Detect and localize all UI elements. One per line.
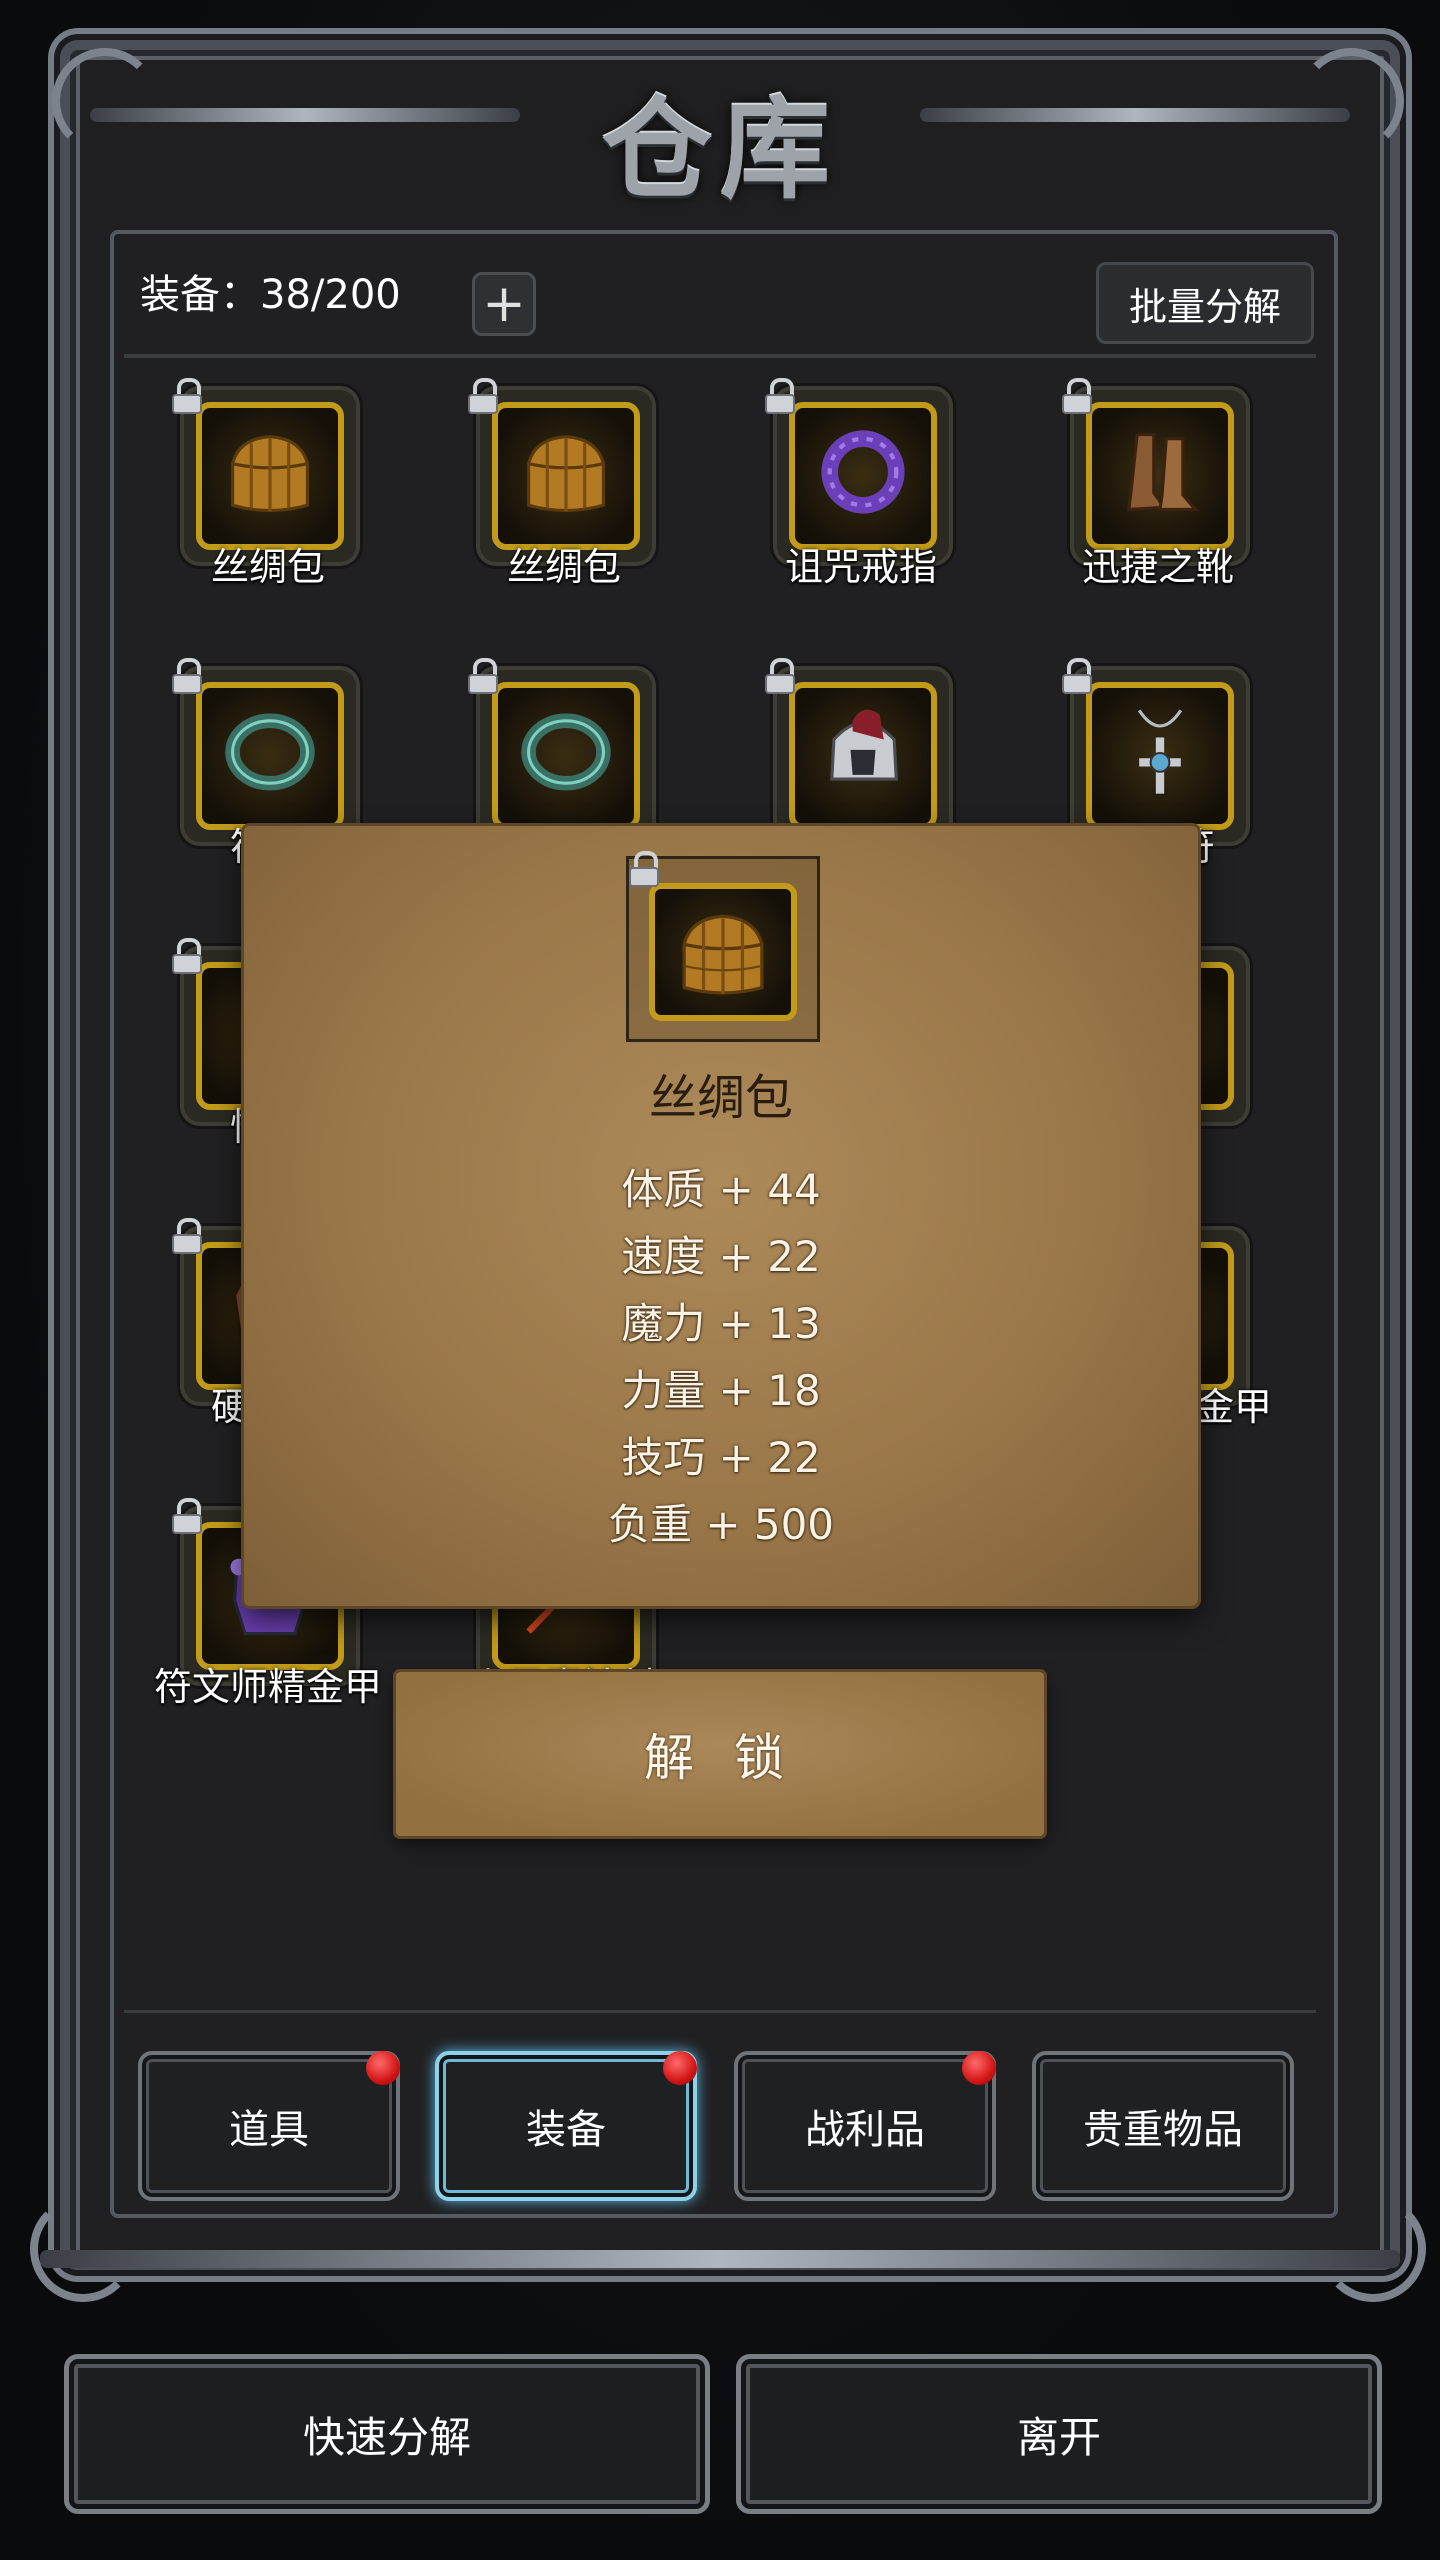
ring-icon [521, 713, 611, 791]
lock-icon [170, 658, 204, 694]
capacity-label: 装备：38/200 [140, 272, 401, 318]
unlock-button[interactable]: 解 锁 [396, 1672, 1044, 1836]
batch-disassemble-button[interactable]: 批量分解 [1096, 262, 1314, 344]
corner-ornament-bl [30, 2196, 136, 2302]
top-ornament-right [920, 108, 1350, 122]
stat-line: 体质 + 44 [621, 1165, 821, 1214]
item-slot [476, 666, 656, 846]
amulet-icon [1137, 709, 1183, 794]
corner-ornament-br [1320, 2196, 1426, 2302]
lock-icon [170, 378, 204, 414]
tab-label: 战利品 [805, 2107, 925, 2153]
inventory-item[interactable]: 诅咒戒指 [721, 376, 1001, 589]
tab-label: 贵重物品 [1083, 2107, 1243, 2153]
lock-icon [466, 658, 500, 694]
bag-icon [527, 435, 605, 512]
inventory-item[interactable]: 丝绸包 [424, 376, 704, 589]
item-name: 诅咒戒指 [784, 545, 937, 589]
item-detail-popup: 丝绸包 体质 + 44 速度 + 22 魔力 + 13 力量 + 18 技巧 +… [244, 826, 1198, 1606]
lock-icon [763, 378, 797, 414]
tab-label: 道具 [229, 2107, 309, 2153]
corner-ornament-tl [52, 48, 158, 154]
stat-line: 技巧 + 22 [621, 1433, 821, 1482]
lock-icon [466, 378, 500, 414]
lock-icon [627, 851, 661, 887]
notification-dot [962, 2051, 996, 2085]
tab-equipment[interactable]: 装备 [435, 2051, 697, 2201]
tab-valuables[interactable]: 贵重物品 [1032, 2051, 1294, 2201]
leave-button[interactable]: 离开 [736, 2354, 1382, 2514]
lock-icon [1060, 378, 1094, 414]
boots-icon [1127, 433, 1199, 512]
popup-stats: 体质 + 44 速度 + 22 魔力 + 13 力量 + 18 技巧 + 22 … [244, 1156, 1198, 1558]
bag-icon [682, 914, 764, 995]
lock-icon [1060, 658, 1094, 694]
quick-disassemble-button[interactable]: 快速分解 [64, 2354, 710, 2514]
item-name: 迅捷之靴 [1081, 545, 1234, 589]
header-divider [124, 354, 1316, 358]
tab-items[interactable]: 道具 [138, 2051, 400, 2201]
stat-line: 负重 + 500 [607, 1500, 835, 1549]
bag-icon [231, 435, 309, 512]
cursed-ring-icon [821, 430, 905, 514]
popup-item-slot [626, 851, 820, 1042]
lock-icon [170, 938, 204, 974]
stat-line: 魔力 + 13 [621, 1299, 821, 1348]
page-title: 仓库 [602, 85, 838, 214]
notification-dot [366, 2051, 400, 2085]
tab-label: 装备 [526, 2107, 606, 2153]
item-name: 丝绸包 [210, 545, 325, 589]
item-name: 丝绸包 [506, 545, 621, 589]
tab-loot[interactable]: 战利品 [734, 2051, 996, 2201]
item-slot [773, 666, 953, 846]
notification-dot [663, 2051, 697, 2085]
bottom-ornament [40, 2250, 1400, 2268]
lock-icon [763, 658, 797, 694]
corner-ornament-tr [1298, 48, 1404, 154]
expand-capacity-button[interactable]: + [472, 272, 536, 336]
popup-item-name: 丝绸包 [648, 1070, 793, 1126]
ring-icon [225, 713, 315, 791]
title-plate: 仓库 [520, 50, 920, 230]
helmet-icon [830, 709, 898, 781]
inventory-item[interactable]: 迅捷之靴 [1018, 376, 1298, 589]
item-name: 符文师精金甲 [153, 1665, 382, 1709]
inventory-item[interactable]: 丝绸包 [128, 376, 408, 589]
stat-line: 力量 + 18 [621, 1366, 821, 1415]
lock-icon [170, 1218, 204, 1254]
lock-icon [170, 1498, 204, 1534]
stat-line: 速度 + 22 [621, 1232, 821, 1281]
popup-item-frame [649, 883, 797, 1021]
category-tabs: 道具 装备 战利品 贵重物品 [124, 2010, 1316, 2203]
